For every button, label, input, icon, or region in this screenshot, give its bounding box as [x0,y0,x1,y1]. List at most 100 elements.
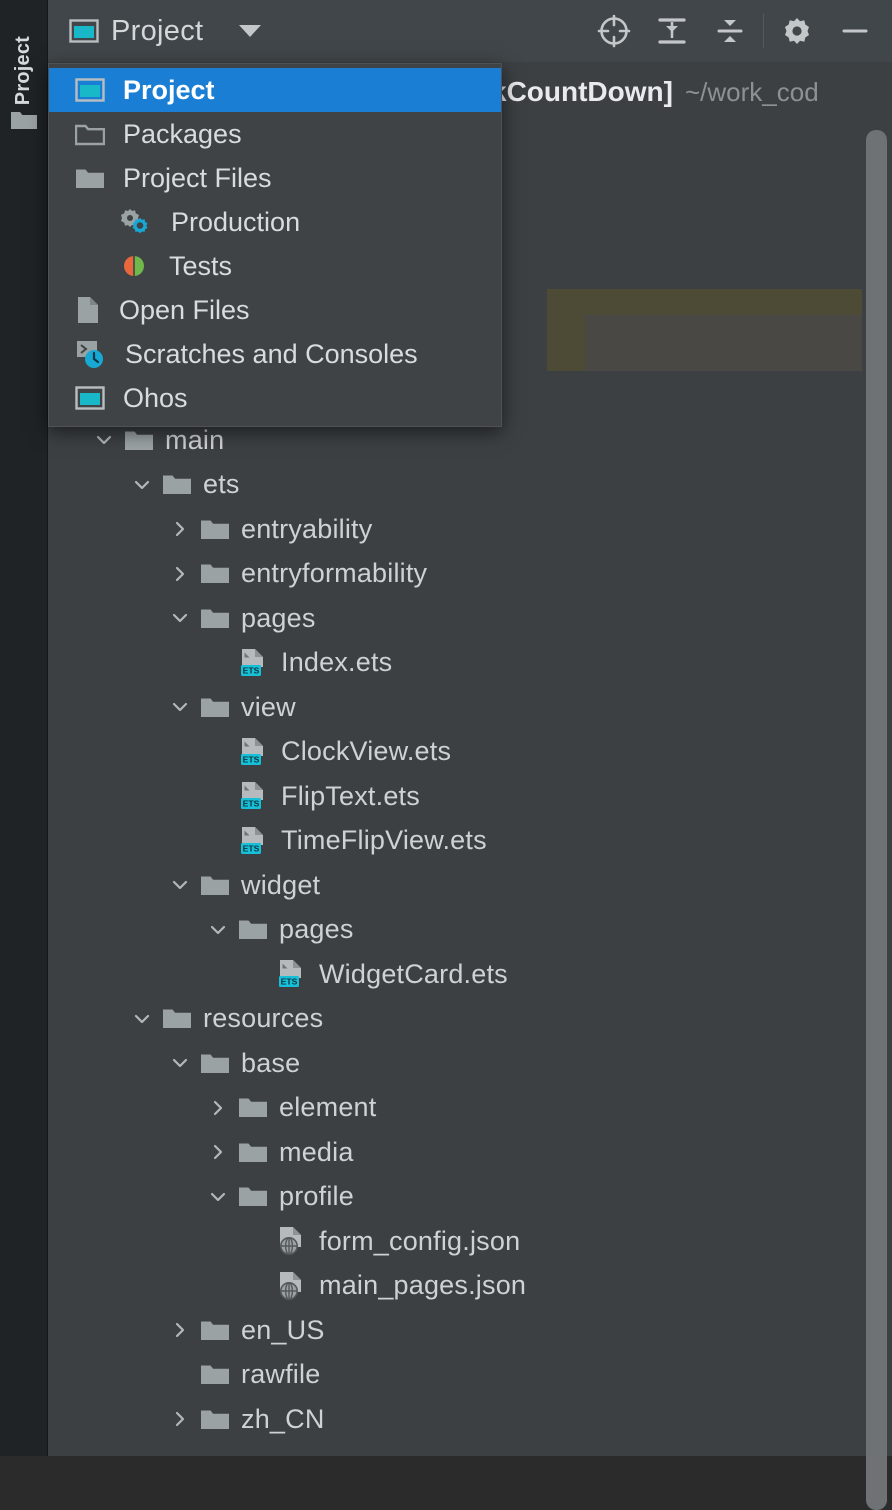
popup-item-label: Tests [169,250,233,281]
popup-item-ohos[interactable]: Ohos [49,376,501,420]
popup-item-label: Project Files [123,162,272,193]
chevron-right-icon[interactable] [169,1408,191,1430]
tree-row-label: resources [203,1003,324,1034]
minimize-icon[interactable] [826,0,884,62]
tree-row-label: en_US [241,1314,325,1345]
tree-row-label: profile [279,1181,354,1212]
folder-icon [162,1006,192,1031]
folder-icon[interactable] [10,108,38,137]
page-title: Project [111,14,204,47]
popup-item-project[interactable]: Project [49,68,501,112]
tree-row[interactable]: ETS Index.ets [47,641,892,686]
tree-row[interactable]: pages [47,908,892,953]
view-selector[interactable]: Project [47,14,262,48]
chevron-down-icon[interactable] [169,1052,191,1074]
popup-item-label: Ohos [123,382,188,413]
popup-item-scratches-and-consoles[interactable]: Scratches and Consoles [49,332,501,376]
tree-row-label: media [279,1136,354,1167]
chevron-down-icon[interactable] [131,474,153,496]
tree-row[interactable]: ets [47,463,892,508]
chevron-right-icon[interactable] [169,1319,191,1341]
chevron-down-icon[interactable] [169,696,191,718]
gear-icon[interactable] [768,0,826,62]
vertical-scrollbar[interactable] [866,130,887,1510]
tree-row[interactable]: entryformability [47,552,892,597]
tree-row[interactable]: ETS ClockView.ets [47,730,892,775]
json-file-icon [276,1226,308,1256]
svg-text:ETS: ETS [243,665,260,675]
chevron-down-icon[interactable] [131,1008,153,1030]
tree-row[interactable]: ETS WidgetCard.ets [47,952,892,997]
tree-row-label: main_pages.json [319,1270,527,1301]
production-gears-icon [119,208,151,236]
chevron-down-icon[interactable] [207,919,229,941]
vertical-scrollbar-track[interactable] [862,62,892,1510]
svg-text:ETS: ETS [243,754,260,764]
expand-all-icon[interactable] [643,0,701,62]
folder-icon [200,561,230,586]
ets-file-icon: ETS [276,959,308,989]
folder-icon [200,1051,230,1076]
tree-row-label: Index.ets [281,647,393,678]
popup-item-label: Open Files [119,294,250,325]
tree-row[interactable]: widget [47,863,892,908]
tree-row[interactable]: resources [47,997,892,1042]
tree-row[interactable]: base [47,1041,892,1086]
chevron-right-icon[interactable] [169,518,191,540]
tree-row-label: main [165,424,225,455]
tree-row[interactable]: en_US [47,1308,892,1353]
tree-row-label: zh_CN [241,1403,325,1434]
tree-row[interactable]: element [47,1086,892,1131]
header-actions [585,0,892,62]
tree-row[interactable]: pages [47,596,892,641]
popup-item-packages[interactable]: Packages [49,112,501,156]
tree-row[interactable]: view [47,685,892,730]
ets-file-icon: ETS [238,648,270,678]
chevron-down-icon[interactable] [239,25,262,37]
sidebar-tab-project-label: Project [12,36,34,106]
collapse-all-icon[interactable] [701,0,759,62]
tree-row-label: form_config.json [319,1225,521,1256]
chevron-right-icon[interactable] [207,1141,229,1163]
tree-row-label: ets [203,469,240,500]
panel-header: Project [47,0,892,62]
popup-item-project-files[interactable]: Project Files [49,156,501,200]
project-tool-window: kCountDown] ~/work_cod Project Project P… [47,0,892,1510]
folder-icon [238,1095,268,1120]
popup-item-production[interactable]: Production [49,200,501,244]
tree-row[interactable]: media [47,1130,892,1175]
popup-item-tests[interactable]: Tests [49,244,501,288]
tree-row-label: pages [241,602,316,633]
tree-row[interactable]: entryability [47,507,892,552]
folder-icon [200,873,230,898]
select-opened-file-icon[interactable] [585,0,643,62]
packages-folder-icon [74,122,106,147]
tree-row-label: WidgetCard.ets [319,958,508,989]
tree-row[interactable]: profile [47,1175,892,1220]
tests-split-circle-icon [119,253,149,279]
chevron-right-icon[interactable] [169,563,191,585]
popup-item-open-files[interactable]: Open Files [49,288,501,332]
ets-file-icon: ETS [238,826,270,856]
tree-row[interactable]: main_pages.json [47,1264,892,1309]
tree-row[interactable]: ETS FlipText.ets [47,774,892,819]
chevron-down-icon[interactable] [207,1186,229,1208]
tree-row[interactable]: form_config.json [47,1219,892,1264]
folder-icon [200,1362,230,1387]
svg-text:ETS: ETS [281,977,298,987]
chevron-down-icon[interactable] [169,607,191,629]
left-tool-strip: Project [0,0,48,1456]
tree-row-label: pages [279,914,354,945]
ets-file-icon: ETS [238,737,270,767]
tree-row[interactable]: rawfile [47,1353,892,1398]
chevron-down-icon[interactable] [93,429,115,451]
chevron-down-icon[interactable] [169,874,191,896]
tree-row[interactable]: zh_CN [47,1397,892,1442]
tree-row-label: widget [241,869,321,900]
chevron-right-icon[interactable] [207,1097,229,1119]
tree-row-label: FlipText.ets [281,780,420,811]
highlighted-row-background [547,289,892,371]
popup-item-label: Scratches and Consoles [125,338,418,369]
tree-row[interactable]: ETS TimeFlipView.ets [47,819,892,864]
folder-icon [238,917,268,942]
